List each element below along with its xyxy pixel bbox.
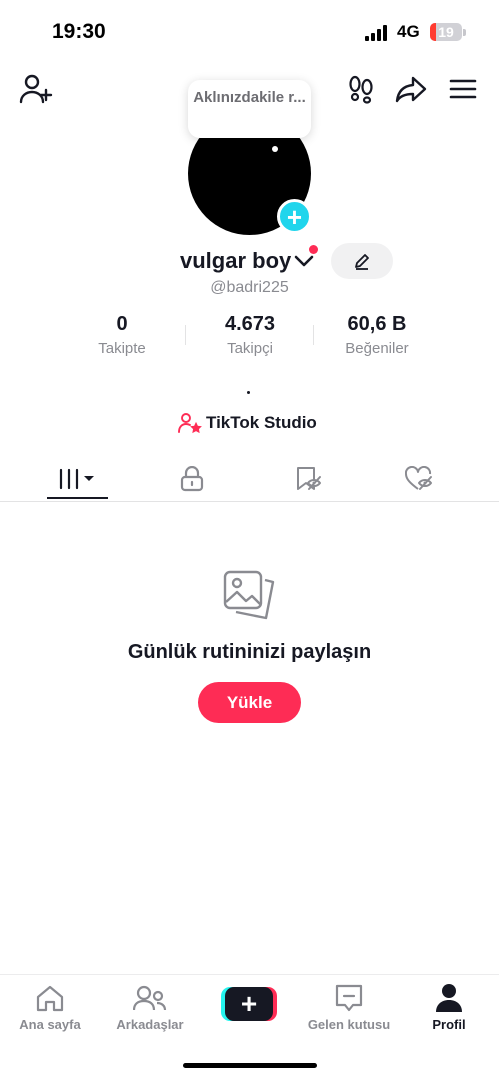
photos-icon bbox=[221, 566, 279, 629]
content-tabs bbox=[0, 456, 499, 502]
studio-label: TikTok Studio bbox=[206, 413, 317, 432]
add-avatar-button[interactable]: + bbox=[277, 199, 312, 234]
battery-level: 19 bbox=[438, 24, 454, 40]
add-friend-button[interactable] bbox=[18, 72, 54, 106]
cellular-signal-icon bbox=[365, 25, 389, 41]
bio[interactable] bbox=[247, 391, 250, 394]
pencil-icon bbox=[355, 254, 369, 270]
share-profile-button[interactable] bbox=[394, 72, 428, 106]
stat-followers[interactable]: 4.673 Takipçi bbox=[185, 313, 315, 357]
stat-label: Beğeniler bbox=[345, 340, 409, 357]
battery-cap bbox=[463, 29, 466, 36]
creator-star-icon bbox=[178, 413, 202, 434]
lock-icon bbox=[180, 466, 204, 492]
tab-favorites[interactable] bbox=[247, 456, 371, 502]
nav-label: Ana sayfa bbox=[19, 1017, 81, 1032]
plus-icon: + bbox=[286, 201, 303, 232]
bookmark-hidden-icon bbox=[297, 467, 321, 490]
share-icon bbox=[395, 76, 427, 103]
status-time: 19:30 bbox=[52, 20, 106, 43]
nav-label: Arkadaşlar bbox=[116, 1017, 184, 1032]
tab-videos[interactable] bbox=[16, 456, 140, 502]
home-indicator bbox=[183, 1063, 317, 1068]
nav-inbox[interactable]: Gelen kutusu bbox=[299, 981, 399, 1032]
create-button[interactable]: + bbox=[221, 987, 277, 1021]
menu-button[interactable] bbox=[446, 74, 480, 104]
edit-profile-button[interactable] bbox=[331, 243, 393, 279]
chevron-down-icon bbox=[294, 255, 314, 267]
stat-following[interactable]: 0 Takipte bbox=[57, 313, 187, 357]
add-user-icon bbox=[19, 74, 53, 104]
tab-private[interactable] bbox=[130, 456, 254, 502]
grid-icon bbox=[59, 468, 94, 490]
active-tab-indicator bbox=[47, 497, 108, 499]
empty-state-title: Günlük rutininizi paylaşın bbox=[127, 641, 372, 663]
nav-friends[interactable]: Arkadaşlar bbox=[100, 981, 200, 1032]
stat-value: 0 bbox=[116, 313, 128, 335]
tab-liked[interactable] bbox=[358, 456, 482, 502]
battery-icon: 19 bbox=[430, 23, 462, 41]
nav-home[interactable]: Ana sayfa bbox=[0, 981, 100, 1032]
upload-button[interactable]: Yükle bbox=[198, 682, 301, 723]
stat-label: Takipte bbox=[98, 340, 146, 357]
profile-icon bbox=[436, 984, 462, 1012]
nav-label: Profil bbox=[432, 1017, 466, 1032]
account-switcher[interactable]: vulgar boy bbox=[180, 246, 315, 276]
profile-stats: 0 Takipte 4.673 Takipçi 60,6 B Beğeniler bbox=[0, 313, 499, 363]
display-name: vulgar boy bbox=[180, 248, 292, 273]
home-icon bbox=[36, 985, 64, 1012]
nav-label: Gelen kutusu bbox=[307, 1017, 391, 1032]
heart-hidden-icon bbox=[405, 466, 432, 490]
hamburger-menu-icon bbox=[449, 79, 477, 99]
stat-value: 4.673 bbox=[224, 313, 276, 335]
network-type: 4G bbox=[397, 22, 420, 41]
stat-label: Takipçi bbox=[227, 340, 273, 357]
stat-value: 60,6 B bbox=[347, 313, 407, 335]
thought-bubble[interactable]: Aklınızdakile r... bbox=[188, 80, 311, 138]
tiktok-studio-link[interactable]: TikTok Studio bbox=[178, 410, 317, 436]
friends-icon bbox=[133, 985, 167, 1011]
profile-views-button[interactable] bbox=[344, 72, 378, 106]
status-bar: 19:30 4G 19 bbox=[0, 0, 499, 60]
inbox-icon bbox=[335, 984, 363, 1012]
thought-bubble-tail bbox=[272, 146, 278, 152]
create-plus-icon: + bbox=[225, 987, 273, 1021]
username-handle: @badri225 bbox=[210, 279, 289, 296]
notification-dot bbox=[309, 245, 318, 254]
stat-likes[interactable]: 60,6 B Beğeniler bbox=[312, 313, 442, 357]
footprints-icon bbox=[349, 75, 373, 104]
nav-profile[interactable]: Profil bbox=[399, 981, 499, 1032]
